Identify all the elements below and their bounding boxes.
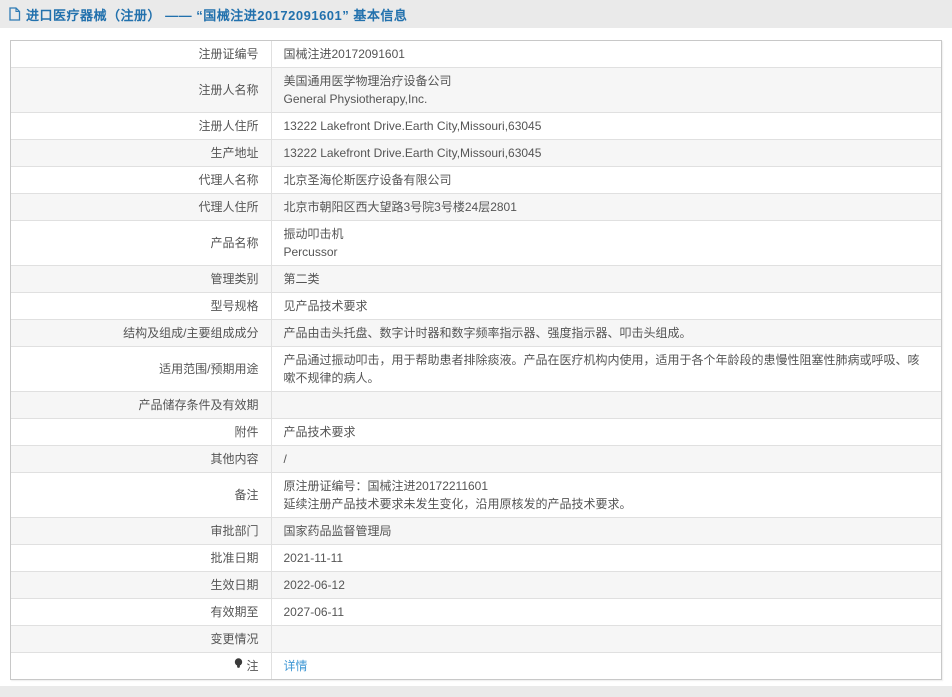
row-label: 生效日期 bbox=[11, 572, 271, 599]
row-value: 第二类 bbox=[271, 266, 941, 293]
row-label: 其他内容 bbox=[11, 446, 271, 473]
row-value: 产品通过振动叩击，用于帮助患者排除痰液。产品在医疗机构内使用，适用于各个年龄段的… bbox=[271, 347, 941, 392]
row-value: 产品技术要求 bbox=[271, 419, 941, 446]
row-label: 注册证编号 bbox=[11, 41, 271, 68]
row-value: 国家药品监督管理局 bbox=[271, 518, 941, 545]
table-row: 注册人住所13222 Lakefront Drive.Earth City,Mi… bbox=[11, 113, 941, 140]
table-row: 结构及组成/主要组成成分产品由击头托盘、数字计时器和数字频率指示器、强度指示器、… bbox=[11, 320, 941, 347]
table-row: 变更情况 bbox=[11, 626, 941, 653]
row-value: 见产品技术要求 bbox=[271, 293, 941, 320]
row-label: 批准日期 bbox=[11, 545, 271, 572]
row-label: 有效期至 bbox=[11, 599, 271, 626]
row-value: 13222 Lakefront Drive.Earth City,Missour… bbox=[271, 113, 941, 140]
note-bulb-icon bbox=[234, 657, 243, 675]
table-row: 其他内容/ bbox=[11, 446, 941, 473]
table-row: 附件产品技术要求 bbox=[11, 419, 941, 446]
row-label: 结构及组成/主要组成成分 bbox=[11, 320, 271, 347]
row-label-text: 注 bbox=[246, 657, 258, 675]
row-label: 生产地址 bbox=[11, 140, 271, 167]
row-label: 代理人名称 bbox=[11, 167, 271, 194]
row-label: 产品名称 bbox=[11, 221, 271, 266]
table-row: 批准日期2021-11-11 bbox=[11, 545, 941, 572]
row-label: 注 bbox=[11, 653, 271, 680]
table-row: 备注原注册证编号：国械注进20172211601 延续注册产品技术要求未发生变化… bbox=[11, 473, 941, 518]
row-label: 代理人住所 bbox=[11, 194, 271, 221]
table-row: 审批部门国家药品监督管理局 bbox=[11, 518, 941, 545]
table-row: 注册人名称美国通用医学物理治疗设备公司 General Physiotherap… bbox=[11, 68, 941, 113]
row-label: 产品储存条件及有效期 bbox=[11, 392, 271, 419]
info-table: 注册证编号国械注进20172091601注册人名称美国通用医学物理治疗设备公司 … bbox=[10, 40, 942, 680]
content-panel: 注册证编号国械注进20172091601注册人名称美国通用医学物理治疗设备公司 … bbox=[0, 28, 952, 686]
row-label: 注册人住所 bbox=[11, 113, 271, 140]
row-label: 型号规格 bbox=[11, 293, 271, 320]
row-value: 北京市朝阳区西大望路3号院3号楼24层2801 bbox=[271, 194, 941, 221]
document-icon bbox=[8, 7, 21, 21]
table-row: 有效期至2027-06-11 bbox=[11, 599, 941, 626]
row-value: 美国通用医学物理治疗设备公司 General Physiotherapy,Inc… bbox=[271, 68, 941, 113]
row-value bbox=[271, 626, 941, 653]
row-label: 审批部门 bbox=[11, 518, 271, 545]
table-row: 适用范围/预期用途产品通过振动叩击，用于帮助患者排除痰液。产品在医疗机构内使用，… bbox=[11, 347, 941, 392]
row-value: 国械注进20172091601 bbox=[271, 41, 941, 68]
row-value: 2027-06-11 bbox=[271, 599, 941, 626]
row-label: 管理类别 bbox=[11, 266, 271, 293]
row-value: 详情 bbox=[271, 653, 941, 680]
page-title: 进口医疗器械（注册） —— “国械注进20172091601” 基本信息 bbox=[26, 5, 407, 24]
row-value bbox=[271, 392, 941, 419]
table-row: 生产地址13222 Lakefront Drive.Earth City,Mis… bbox=[11, 140, 941, 167]
table-row: 注 详情 bbox=[11, 653, 941, 680]
row-value: 北京圣海伦斯医疗设备有限公司 bbox=[271, 167, 941, 194]
row-value: 2022-06-12 bbox=[271, 572, 941, 599]
row-value: 2021-11-11 bbox=[271, 545, 941, 572]
row-value: / bbox=[271, 446, 941, 473]
table-row: 型号规格见产品技术要求 bbox=[11, 293, 941, 320]
details-link[interactable]: 详情 bbox=[284, 659, 308, 673]
info-table-body: 注册证编号国械注进20172091601注册人名称美国通用医学物理治疗设备公司 … bbox=[11, 41, 941, 679]
table-row: 产品名称振动叩击机 Percussor bbox=[11, 221, 941, 266]
row-label: 备注 bbox=[11, 473, 271, 518]
table-row: 代理人名称北京圣海伦斯医疗设备有限公司 bbox=[11, 167, 941, 194]
row-value: 13222 Lakefront Drive.Earth City,Missour… bbox=[271, 140, 941, 167]
row-label: 附件 bbox=[11, 419, 271, 446]
row-value: 原注册证编号：国械注进20172211601 延续注册产品技术要求未发生变化，沿… bbox=[271, 473, 941, 518]
row-label: 变更情况 bbox=[11, 626, 271, 653]
table-row: 注册证编号国械注进20172091601 bbox=[11, 41, 941, 68]
table-row: 产品储存条件及有效期 bbox=[11, 392, 941, 419]
table-row: 代理人住所北京市朝阳区西大望路3号院3号楼24层2801 bbox=[11, 194, 941, 221]
table-row: 生效日期2022-06-12 bbox=[11, 572, 941, 599]
row-value: 振动叩击机 Percussor bbox=[271, 221, 941, 266]
page-header: 进口医疗器械（注册） —— “国械注进20172091601” 基本信息 bbox=[0, 0, 952, 28]
row-label: 注册人名称 bbox=[11, 68, 271, 113]
row-value: 产品由击头托盘、数字计时器和数字频率指示器、强度指示器、叩击头组成。 bbox=[271, 320, 941, 347]
table-row: 管理类别第二类 bbox=[11, 266, 941, 293]
row-label: 适用范围/预期用途 bbox=[11, 347, 271, 392]
